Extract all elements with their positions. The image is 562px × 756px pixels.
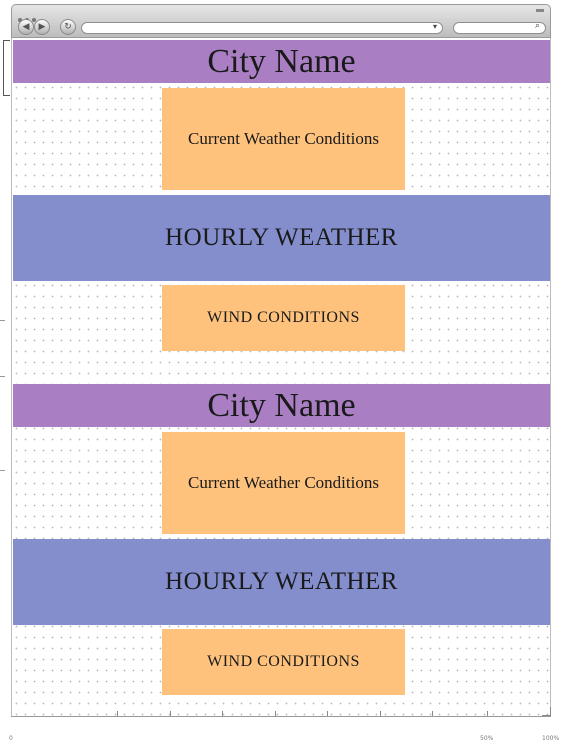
search-icon: ⌕ xyxy=(534,21,540,31)
collapse-toolbar-icon[interactable] xyxy=(536,9,544,12)
ruler-tick xyxy=(0,320,5,321)
ruler-label-start: 0 xyxy=(9,735,13,742)
current-weather-box: Current Weather Conditions xyxy=(162,432,405,534)
ruler-tick xyxy=(432,711,433,716)
navigation-buttons: ◀ ▶ ↻ xyxy=(18,19,76,35)
ruler-tick xyxy=(170,711,171,716)
city-name-header: City Name xyxy=(13,384,550,427)
hourly-weather-band: HOURLY WEATHER xyxy=(13,539,550,625)
ruler-tick xyxy=(0,376,5,377)
ruler-tick xyxy=(222,711,223,716)
horizontal-ruler xyxy=(11,716,551,717)
ruler-tick xyxy=(117,711,118,716)
wind-conditions-box: WIND CONDITIONS xyxy=(162,285,405,351)
wind-conditions-box: WIND CONDITIONS xyxy=(162,629,405,695)
hourly-weather-band: HOURLY WEATHER xyxy=(13,195,550,281)
ruler-tick xyxy=(380,711,381,716)
address-bar[interactable]: ▾ xyxy=(81,22,443,34)
chevron-down-icon[interactable]: ▾ xyxy=(433,22,437,31)
browser-toolbar: ◀ ▶ ↻ ▾ ⌕ xyxy=(11,4,551,38)
back-button[interactable]: ◀ xyxy=(18,19,34,35)
city-name-header: City Name xyxy=(13,40,550,83)
resize-handle[interactable] xyxy=(542,707,551,716)
ruler-tick xyxy=(487,711,488,716)
ruler-label-mid: 50% xyxy=(480,735,494,742)
reload-button[interactable]: ↻ xyxy=(60,19,76,35)
ruler-bracket xyxy=(3,40,10,96)
search-input[interactable]: ⌕ xyxy=(453,21,546,34)
ruler-tick xyxy=(327,711,328,716)
forward-button[interactable]: ▶ xyxy=(34,19,50,35)
current-weather-box: Current Weather Conditions xyxy=(162,88,405,190)
ruler-tick xyxy=(0,470,5,471)
ruler-tick xyxy=(275,711,276,716)
ruler-label-end: 100% xyxy=(542,735,560,742)
window-controls[interactable] xyxy=(18,9,39,22)
